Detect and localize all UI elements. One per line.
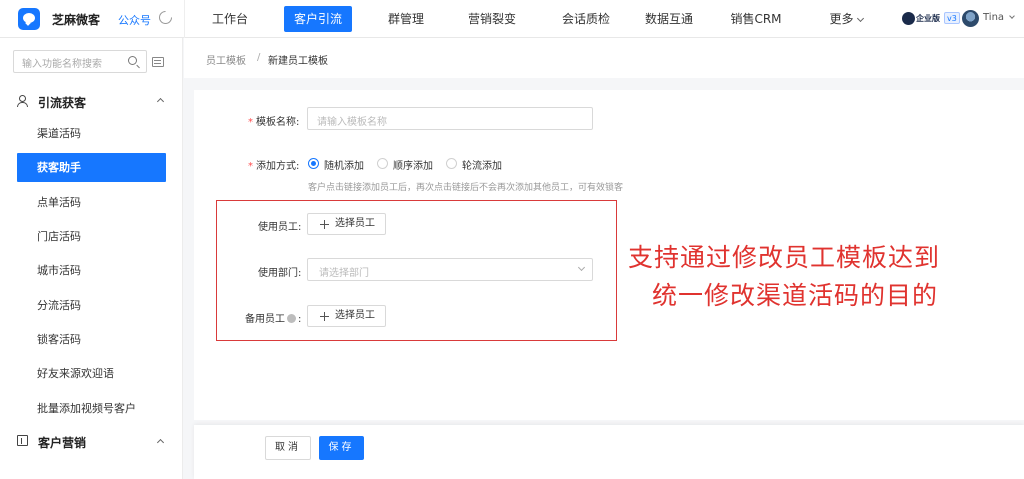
nav-session-qc[interactable]: 会话质检 — [552, 0, 620, 38]
chat-bubble-logo-icon[interactable] — [18, 8, 40, 30]
version-badge: v3 — [944, 12, 960, 24]
backup-employees-colon: : — [298, 314, 302, 325]
chevron-down-icon — [856, 14, 864, 23]
breadcrumb-parent[interactable]: 员工模板 — [206, 52, 246, 67]
chevron-up-icon[interactable] — [156, 97, 165, 106]
employees-label: 使用员工: — [258, 222, 302, 233]
radio-selected-icon — [308, 158, 319, 169]
nav-group-management[interactable]: 群管理 — [372, 0, 440, 38]
select-backup-employees-button[interactable]: 选择员工 — [307, 305, 386, 327]
avatar[interactable] — [962, 10, 979, 27]
sidebar-item-acquisition-assistant[interactable]: 获客助手 — [17, 153, 166, 182]
search-icon[interactable] — [128, 56, 137, 65]
template-name-input[interactable]: 请输入模板名称 — [307, 107, 593, 130]
cancel-button[interactable]: 取消 — [265, 436, 311, 460]
nav-data-sync[interactable]: 数据互通 — [635, 0, 703, 38]
sidebar-group-marketing[interactable]: 客户营销 — [38, 434, 86, 451]
menu-card-icon[interactable] — [152, 57, 164, 67]
select-employees-label: 选择员工 — [335, 218, 375, 229]
nav-sales-crm[interactable]: 销售CRM — [722, 0, 790, 38]
nav-marketing-fission[interactable]: 营销裂变 — [458, 0, 526, 38]
nav-more-label: 更多 — [829, 12, 854, 26]
department-placeholder: 请选择部门 — [319, 268, 369, 279]
sidebar-item-channel-code[interactable]: 渠道活码 — [17, 119, 166, 148]
breadcrumb-separator: / — [257, 52, 261, 63]
annotation-line-2: 统一修改渠道活码的目的 — [652, 281, 939, 310]
nav-more[interactable]: 更多 — [818, 0, 874, 38]
help-icon[interactable] — [287, 314, 296, 323]
account-type-switch[interactable]: 公众号 — [118, 12, 151, 28]
annotation-line-1: 支持通过修改员工模板达到 — [628, 243, 941, 272]
chevron-up-icon[interactable] — [156, 438, 165, 447]
radio-unselected-icon — [446, 158, 457, 169]
departments-label: 使用部门: — [258, 268, 302, 279]
breadcrumb-current: 新建员工模板 — [268, 56, 328, 67]
plus-icon — [320, 312, 329, 321]
sidebar-item-order-code[interactable]: 点单活码 — [17, 188, 166, 217]
nav-workbench[interactable]: 工作台 — [196, 0, 264, 38]
template-name-placeholder: 请输入模板名称 — [317, 117, 387, 128]
divider — [184, 0, 185, 38]
add-method-hint: 客户点击链接添加员工后，再次点击链接后不会再次添加其他员工，可有效锁客 — [308, 183, 624, 193]
edition-label: 企业版 — [916, 14, 940, 23]
department-select[interactable]: 请选择部门 — [307, 258, 593, 281]
sidebar-item-lock-code[interactable]: 锁客活码 — [17, 325, 166, 354]
user-name[interactable]: Tina — [983, 12, 1004, 23]
brand-name: 芝麻微客 — [52, 13, 101, 27]
user-plus-icon — [17, 95, 28, 107]
template-name-label-text: 模板名称: — [256, 117, 300, 128]
search-input[interactable]: 输入功能名称搜索 — [13, 50, 147, 73]
top-bar: 芝麻微客 公众号 工作台 客户引流 群管理 营销裂变 会话质检 数据互通 销售C… — [0, 0, 1024, 38]
search-placeholder: 输入功能名称搜索 — [22, 59, 102, 70]
radio-label: 轮流添加 — [462, 161, 502, 172]
add-method-label-text: 添加方式: — [256, 161, 300, 172]
document-icon — [17, 435, 28, 446]
moon-icon[interactable] — [159, 9, 174, 24]
select-backup-employees-label: 选择员工 — [335, 310, 375, 321]
sidebar-group-acquisition[interactable]: 引流获客 — [38, 94, 86, 111]
sidebar-item-split-code[interactable]: 分流活码 — [17, 291, 166, 320]
radio-label: 顺序添加 — [393, 161, 433, 172]
sidebar-item-city-code[interactable]: 城市活码 — [17, 256, 166, 285]
nav-customer-acquisition[interactable]: 客户引流 — [284, 6, 352, 32]
add-method-label: * 添加方式: — [248, 161, 300, 172]
sidebar: 输入功能名称搜索 引流获客 渠道活码 获客助手 点单活码 门店活码 城市活码 分… — [0, 38, 183, 479]
radio-unselected-icon — [377, 158, 388, 169]
select-employees-button[interactable]: 选择员工 — [307, 213, 386, 235]
sidebar-item-welcome-message[interactable]: 好友来源欢迎语 — [17, 359, 166, 388]
enterprise-logo-icon — [902, 12, 915, 25]
chevron-down-icon — [577, 263, 586, 272]
sidebar-item-store-code[interactable]: 门店活码 — [17, 222, 166, 251]
save-button[interactable]: 保存 — [319, 436, 364, 460]
backup-employees-label: 备用员工: — [245, 310, 301, 325]
breadcrumb: 员工模板 / 新建员工模板 — [184, 38, 1024, 78]
template-name-label: * 模板名称: — [248, 117, 300, 128]
backup-employees-label-text: 备用员工 — [245, 314, 285, 325]
plus-icon — [320, 220, 329, 229]
sidebar-item-batch-add-channels[interactable]: 批量添加视频号客户 — [17, 394, 166, 423]
chevron-down-icon[interactable] — [1009, 13, 1015, 19]
radio-label: 随机添加 — [324, 161, 364, 172]
